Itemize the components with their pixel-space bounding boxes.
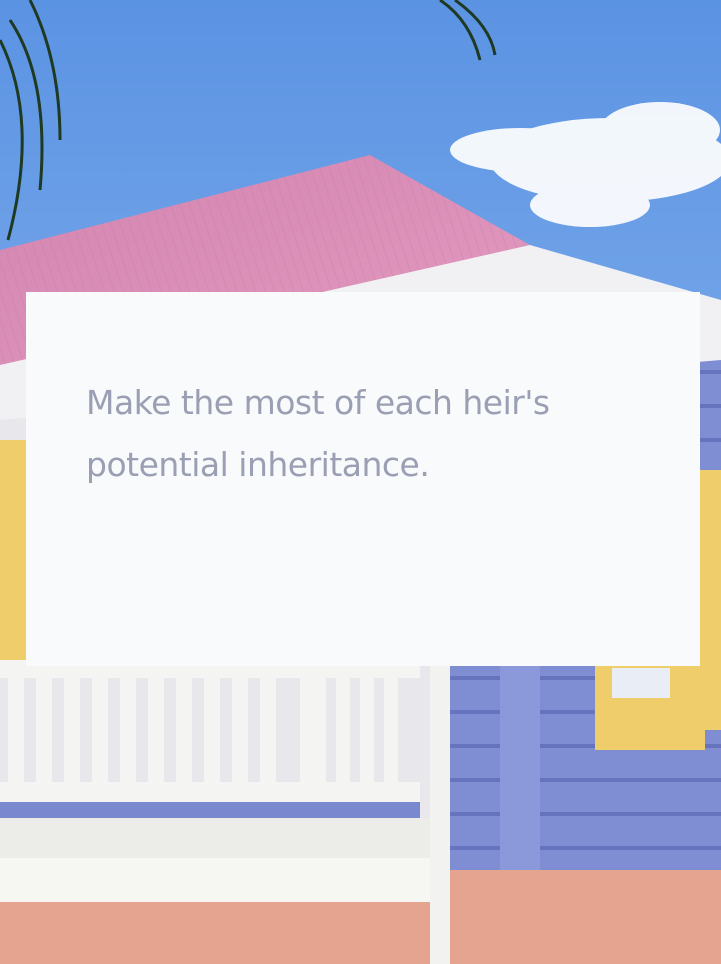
shutter-left: [0, 440, 26, 670]
balcony-bottom-rail: [0, 782, 420, 802]
hero-section: Make the most of each heir's potential i…: [0, 0, 721, 964]
hero-card: Make the most of each heir's potential i…: [26, 292, 700, 666]
downpipe: [430, 660, 450, 964]
balcony-floor: [0, 818, 430, 863]
hero-headline: Make the most of each heir's potential i…: [86, 383, 550, 484]
base-wall: [0, 902, 430, 964]
corner-trim: [500, 660, 540, 900]
